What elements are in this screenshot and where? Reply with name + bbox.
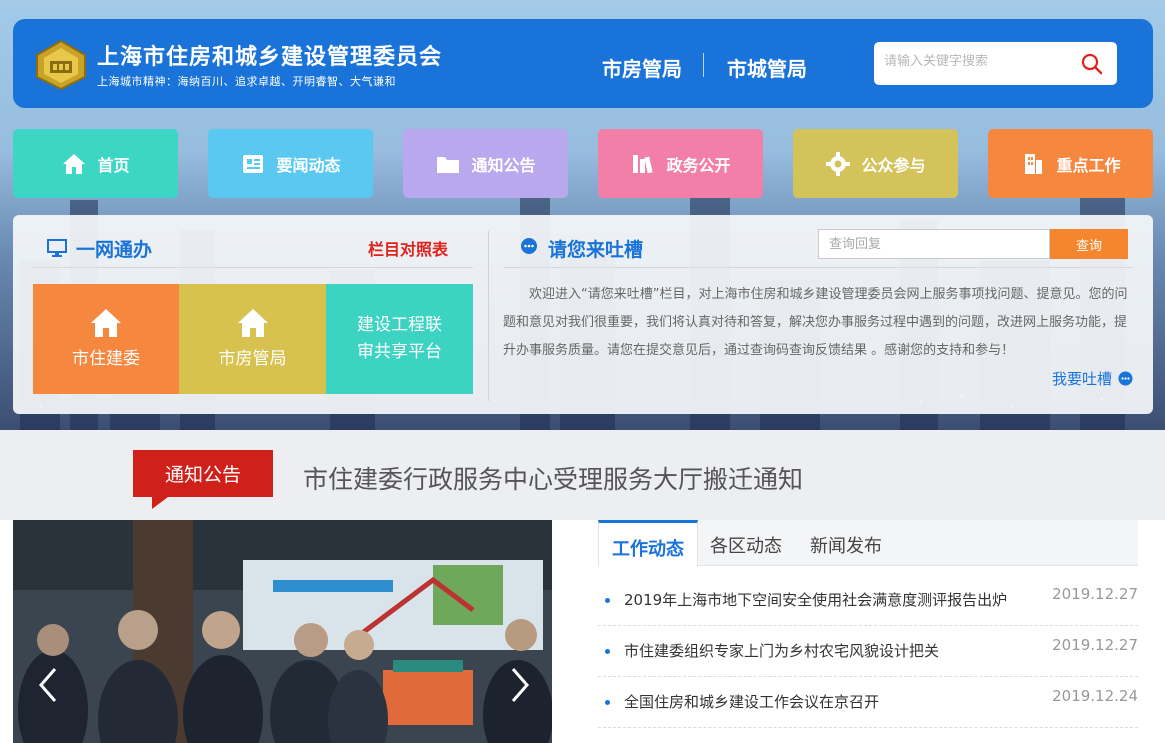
gear-icon [826, 151, 851, 176]
news-tabs: 工作动态 各区动态 新闻发布 [598, 520, 1138, 567]
nav-notices[interactable]: 通知公告 [403, 129, 568, 198]
chat-bubble-icon [521, 238, 537, 254]
bullet [605, 598, 610, 603]
notice-headline[interactable]: 市住建委行政服务中心受理服务大厅搬迁通知 [303, 460, 803, 496]
monitor-icon [47, 239, 67, 257]
nav-home[interactable]: 首页 [13, 129, 178, 198]
news-item[interactable]: 市住建委组织专家上门为乡村农宅风貌设计把关 2019.12.27 [598, 626, 1138, 677]
one-net-title: 一网通办 [76, 239, 153, 261]
notice-tag-tail [152, 497, 168, 509]
nav-label: 要闻动态 [276, 155, 341, 175]
nav-public-participation[interactable]: 公众参与 [793, 129, 958, 198]
building-icon [1025, 153, 1043, 174]
chat-bubble-icon [1118, 371, 1133, 386]
home-icon [91, 308, 121, 337]
section-divider [33, 267, 473, 268]
service-housing-commission[interactable]: 市住建委 [33, 284, 179, 394]
news-item[interactable]: 全国住房和城乡建设工作会议在京召开 2019.12.24 [598, 677, 1138, 728]
carousel-photo [13, 520, 552, 743]
notice-tag: 通知公告 [133, 450, 273, 497]
bottom-section: 工作动态 各区动态 新闻发布 2019年上海市地下空间安全使用社会满意度测评报告… [0, 520, 1165, 743]
search-icon[interactable] [1081, 53, 1103, 75]
bullet [605, 700, 610, 705]
news-icon [243, 154, 264, 173]
carousel-next-arrow[interactable] [505, 665, 535, 705]
nav-label: 政务公开 [666, 155, 731, 175]
submit-feedback-label: 我要吐槽 [1052, 370, 1113, 388]
service-label: 市房管局 [218, 348, 287, 369]
submit-feedback-link[interactable]: 我要吐槽 [1052, 368, 1133, 389]
news-date: 2019.12.24 [1052, 687, 1138, 705]
tucao-title: 请您来吐槽 [548, 239, 644, 261]
photo-carousel[interactable] [13, 520, 552, 743]
service-housing-bureau[interactable]: 市房管局 [179, 284, 326, 394]
service-label: 建设工程联审共享平台 [357, 315, 442, 362]
tab-district-news[interactable]: 各区动态 [710, 532, 782, 558]
header-link-housing-bureau[interactable]: 市房管局 [602, 53, 682, 82]
tucao-intro: 欢迎进入“请您来吐槽”栏目，对上海市住房和城乡建设管理委员会网上服务事项找问题、… [503, 287, 1128, 358]
section-divider [503, 267, 1133, 268]
panel-divider [488, 231, 489, 401]
site-header: 上海市住房和城乡建设管理委员会 上海城市精神：海纳百川、追求卓越、开明睿智、大气… [13, 19, 1153, 108]
services-panel: 一网通办 栏目对照表 市住建委 市房管局 建设工程联审共享平台 请您来吐槽 查询… [13, 215, 1153, 414]
search-input[interactable] [884, 54, 1074, 69]
home-icon [237, 308, 268, 337]
site-slogan: 上海城市精神：海纳百川、追求卓越、开明睿智、大气谦和 [97, 75, 396, 88]
news-title: 市住建委组织专家上门为乡村农宅风貌设计把关 [624, 642, 940, 660]
emblem-logo[interactable] [33, 39, 89, 91]
service-label: 市住建委 [72, 348, 140, 369]
home-icon [63, 153, 86, 174]
books-icon [633, 154, 654, 173]
tab-work-news[interactable]: 工作动态 [598, 520, 698, 567]
news-title: 2019年上海市地下空间安全使用社会满意度测评报告出炉 [624, 591, 1008, 609]
news-title: 全国住房和城乡建设工作会议在京召开 [624, 693, 880, 711]
search-box [874, 42, 1117, 85]
folder-icon [437, 156, 460, 173]
tab-press-release[interactable]: 新闻发布 [810, 532, 882, 558]
site-title: 上海市住房和城乡建设管理委员会 [97, 45, 443, 70]
nav-label: 通知公告 [471, 155, 536, 175]
carousel-prev-arrow[interactable] [33, 665, 63, 705]
column-comparison-link[interactable]: 栏目对照表 [368, 236, 448, 260]
nav-label: 重点工作 [1056, 155, 1121, 175]
header-link-city-management-bureau[interactable]: 市城管局 [727, 53, 807, 82]
nav-label: 公众参与 [861, 155, 926, 175]
nav-news[interactable]: 要闻动态 [208, 129, 373, 198]
bullet [605, 649, 610, 654]
query-button[interactable]: 查询 [1050, 229, 1128, 259]
news-date: 2019.12.27 [1052, 636, 1138, 654]
nav-government-affairs[interactable]: 政务公开 [598, 129, 763, 198]
query-code-input[interactable] [818, 229, 1050, 259]
nav-label: 首页 [97, 155, 130, 175]
nav-key-work[interactable]: 重点工作 [988, 129, 1153, 198]
notice-strip: 通知公告 市住建委行政服务中心受理服务大厅搬迁通知 [0, 430, 1165, 520]
news-date: 2019.12.27 [1052, 585, 1138, 603]
news-item[interactable]: 2019年上海市地下空间安全使用社会满意度测评报告出炉 2019.12.27 [598, 575, 1138, 626]
service-construction-review-platform[interactable]: 建设工程联审共享平台 [326, 284, 473, 394]
header-divider [703, 53, 704, 77]
